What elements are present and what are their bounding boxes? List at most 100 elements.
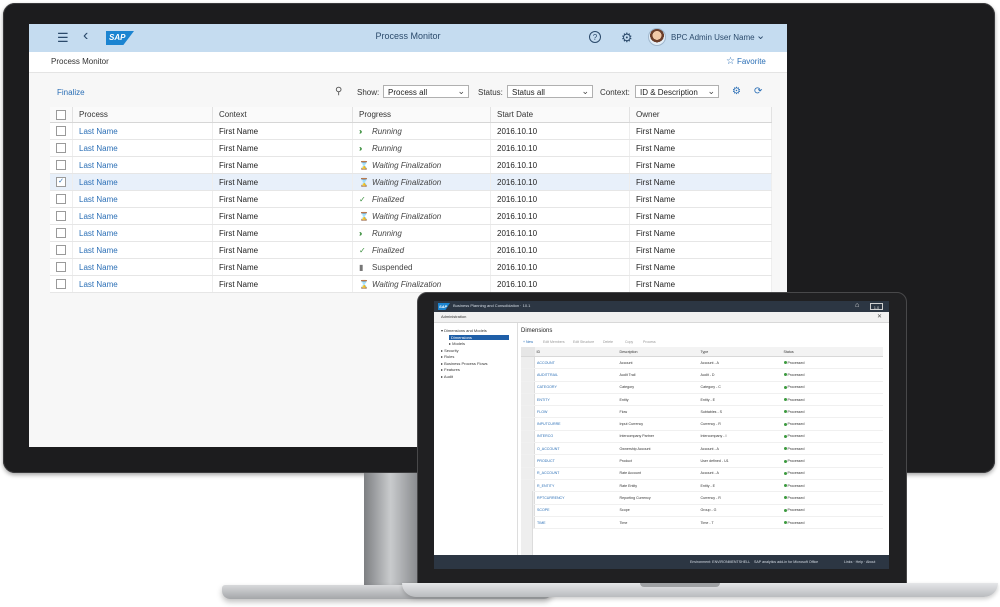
- dimension-id-cell[interactable]: SCOPE: [534, 504, 618, 517]
- show-select[interactable]: Process all ⌄: [383, 85, 469, 98]
- process-cell[interactable]: Last Name: [72, 241, 213, 259]
- process-cell[interactable]: Last Name: [72, 258, 213, 276]
- dimensions-toolbar-button[interactable]: + New: [523, 340, 533, 344]
- dimension-id-link[interactable]: CATEGORY: [537, 385, 557, 389]
- row-checkbox-cell[interactable]: [50, 275, 73, 293]
- row-checkbox-cell[interactable]: ✓: [50, 173, 73, 191]
- refresh-icon[interactable]: ⟳: [754, 86, 762, 97]
- table-row[interactable]: Last Name First Name ✓ Finalized 2016.10.10 F…: [50, 241, 772, 259]
- context-select[interactable]: ID & Description ⌄: [635, 85, 719, 98]
- close-icon[interactable]: ✕: [877, 313, 882, 320]
- dimension-id-cell[interactable]: CATEGORY: [534, 381, 618, 394]
- help-icon[interactable]: ?: [589, 31, 601, 43]
- column-header-process[interactable]: Process: [72, 107, 213, 123]
- finalize-button[interactable]: Finalize: [57, 88, 85, 97]
- row-checkbox[interactable]: [56, 279, 66, 289]
- dimension-id-link[interactable]: O_ACCOUNT: [537, 447, 560, 451]
- status-select[interactable]: Status all ⌄: [507, 85, 593, 98]
- dimensions-toolbar-button[interactable]: Copy: [625, 340, 633, 344]
- row-checkbox[interactable]: [56, 245, 66, 255]
- column-header-start-date[interactable]: Start Date: [490, 107, 630, 123]
- row-checkbox-cell[interactable]: [50, 241, 73, 259]
- dimension-id-cell[interactable]: INTERCO: [534, 430, 618, 444]
- nav-item[interactable]: ▸ Features: [441, 367, 460, 372]
- dimension-id-cell[interactable]: INPUTCURRE: [534, 417, 618, 431]
- row-checkbox[interactable]: [56, 143, 66, 153]
- dimension-id-cell[interactable]: R_ENTITY: [534, 479, 618, 493]
- dimensions-toolbar-button[interactable]: Edit Structure: [573, 340, 594, 344]
- table-row[interactable]: R_ENTITY Rate Entity Entity - E Processed: [521, 479, 883, 493]
- row-checkbox-cell[interactable]: [50, 122, 73, 140]
- column-header-id[interactable]: ID: [534, 347, 618, 357]
- column-header-owner[interactable]: Owner: [629, 107, 772, 123]
- process-link[interactable]: Last Name: [79, 229, 118, 238]
- table-row[interactable]: CATEGORY Category Category - C Processed: [521, 381, 883, 394]
- dimension-id-link[interactable]: TIME: [537, 521, 546, 525]
- row-checkbox[interactable]: [56, 194, 66, 204]
- table-row[interactable]: Last Name First Name ›› Running 2016.10.10 Fi…: [50, 224, 772, 242]
- table-row[interactable]: ✓ Last Name First Name ⌛ Waiting Finalizatio…: [50, 173, 772, 191]
- row-header[interactable]: [521, 442, 535, 456]
- search-icon[interactable]: ⚲: [335, 86, 342, 97]
- process-cell[interactable]: Last Name: [72, 275, 213, 293]
- table-row[interactable]: Last Name First Name ⌛ Waiting Finalization…: [50, 275, 772, 293]
- row-header[interactable]: [521, 479, 535, 493]
- row-checkbox-cell[interactable]: [50, 190, 73, 208]
- table-row[interactable]: INTERCO Intercompany Partner Intercompany …: [521, 430, 883, 444]
- column-header-status[interactable]: Status: [781, 347, 883, 357]
- table-row[interactable]: Last Name First Name ›› Running 2016.10.10 Fi…: [50, 139, 772, 157]
- dimension-id-link[interactable]: ACCOUNT: [537, 361, 555, 365]
- table-row[interactable]: R_ACCOUNT Rate Account Account - A Processe…: [521, 467, 883, 480]
- process-link[interactable]: Last Name: [79, 178, 118, 187]
- nav-item[interactable]: ▸ Audit: [441, 374, 453, 379]
- checkbox[interactable]: [56, 109, 66, 120]
- process-link[interactable]: Last Name: [79, 263, 118, 272]
- dimension-id-link[interactable]: ENTITY: [537, 398, 550, 402]
- row-header[interactable]: [521, 467, 535, 480]
- table-row[interactable]: Last Name First Name ›› Running 2016.10.10 Fi…: [50, 122, 772, 140]
- favorite-button[interactable]: ☆ Favorite: [726, 56, 766, 67]
- dimension-id-cell[interactable]: AUDITTRAIL: [534, 368, 618, 382]
- dimension-id-cell[interactable]: ACCOUNT: [534, 356, 618, 370]
- table-row[interactable]: ENTITY Entity Entity - E Processed: [521, 393, 883, 407]
- row-checkbox-cell[interactable]: [50, 207, 73, 225]
- row-header[interactable]: [521, 381, 535, 394]
- process-cell[interactable]: Last Name: [72, 207, 213, 225]
- table-row[interactable]: FLOW Flow Subtables - S Processed: [521, 405, 883, 419]
- dimension-id-cell[interactable]: R_ACCOUNT: [534, 467, 618, 480]
- row-header[interactable]: [521, 356, 535, 370]
- row-checkbox[interactable]: [56, 160, 66, 170]
- dimension-id-link[interactable]: R_ENTITY: [537, 484, 554, 488]
- dimension-id-link[interactable]: RPTCURRENCY: [537, 496, 565, 500]
- nav-item[interactable]: ▾ Dimensions and Models: [441, 328, 487, 333]
- row-checkbox[interactable]: ✓: [56, 177, 66, 187]
- process-cell[interactable]: Last Name: [72, 156, 213, 174]
- table-row[interactable]: Last Name First Name ⌛ Waiting Finalization…: [50, 156, 772, 174]
- dimension-id-cell[interactable]: RPTCURRENCY: [534, 491, 618, 505]
- table-row[interactable]: INPUTCURRE Input Currency Currency - R Proc…: [521, 417, 883, 431]
- process-cell[interactable]: Last Name: [72, 122, 213, 140]
- column-header-type[interactable]: Type: [698, 347, 782, 357]
- table-row[interactable]: O_ACCOUNT Ownership Account Account - A Pro…: [521, 442, 883, 456]
- process-link[interactable]: Last Name: [79, 144, 118, 153]
- avatar[interactable]: [648, 28, 666, 46]
- row-checkbox-cell[interactable]: [50, 224, 73, 242]
- table-row[interactable]: AUDITTRAIL Audit Trail Audit - D Processed: [521, 368, 883, 382]
- nav-item[interactable]: ▸ Models: [449, 341, 465, 346]
- nav-item[interactable]: ▸ Business Process Flows: [441, 361, 487, 366]
- nav-item[interactable]: Dimensions: [449, 334, 509, 340]
- chevron-down-icon[interactable]: ⌄: [756, 29, 765, 42]
- dimension-id-cell[interactable]: O_ACCOUNT: [534, 442, 618, 456]
- home-icon[interactable]: ⌂: [855, 302, 859, 309]
- column-header-context[interactable]: Context: [212, 107, 353, 123]
- table-row[interactable]: Last Name First Name ⌛ Waiting Finalization…: [50, 207, 772, 225]
- laptop-shell-box[interactable]: 1.0: [870, 303, 883, 310]
- row-checkbox[interactable]: [56, 126, 66, 136]
- table-row[interactable]: PRODUCT Product User defined - U1 Processed: [521, 454, 883, 468]
- process-link[interactable]: Last Name: [79, 280, 118, 289]
- dimension-id-cell[interactable]: ENTITY: [534, 393, 618, 407]
- select-all-checkbox[interactable]: [50, 107, 73, 123]
- column-header-description[interactable]: Description: [617, 347, 699, 357]
- row-checkbox[interactable]: [56, 228, 66, 238]
- process-cell[interactable]: Last Name: [72, 173, 213, 191]
